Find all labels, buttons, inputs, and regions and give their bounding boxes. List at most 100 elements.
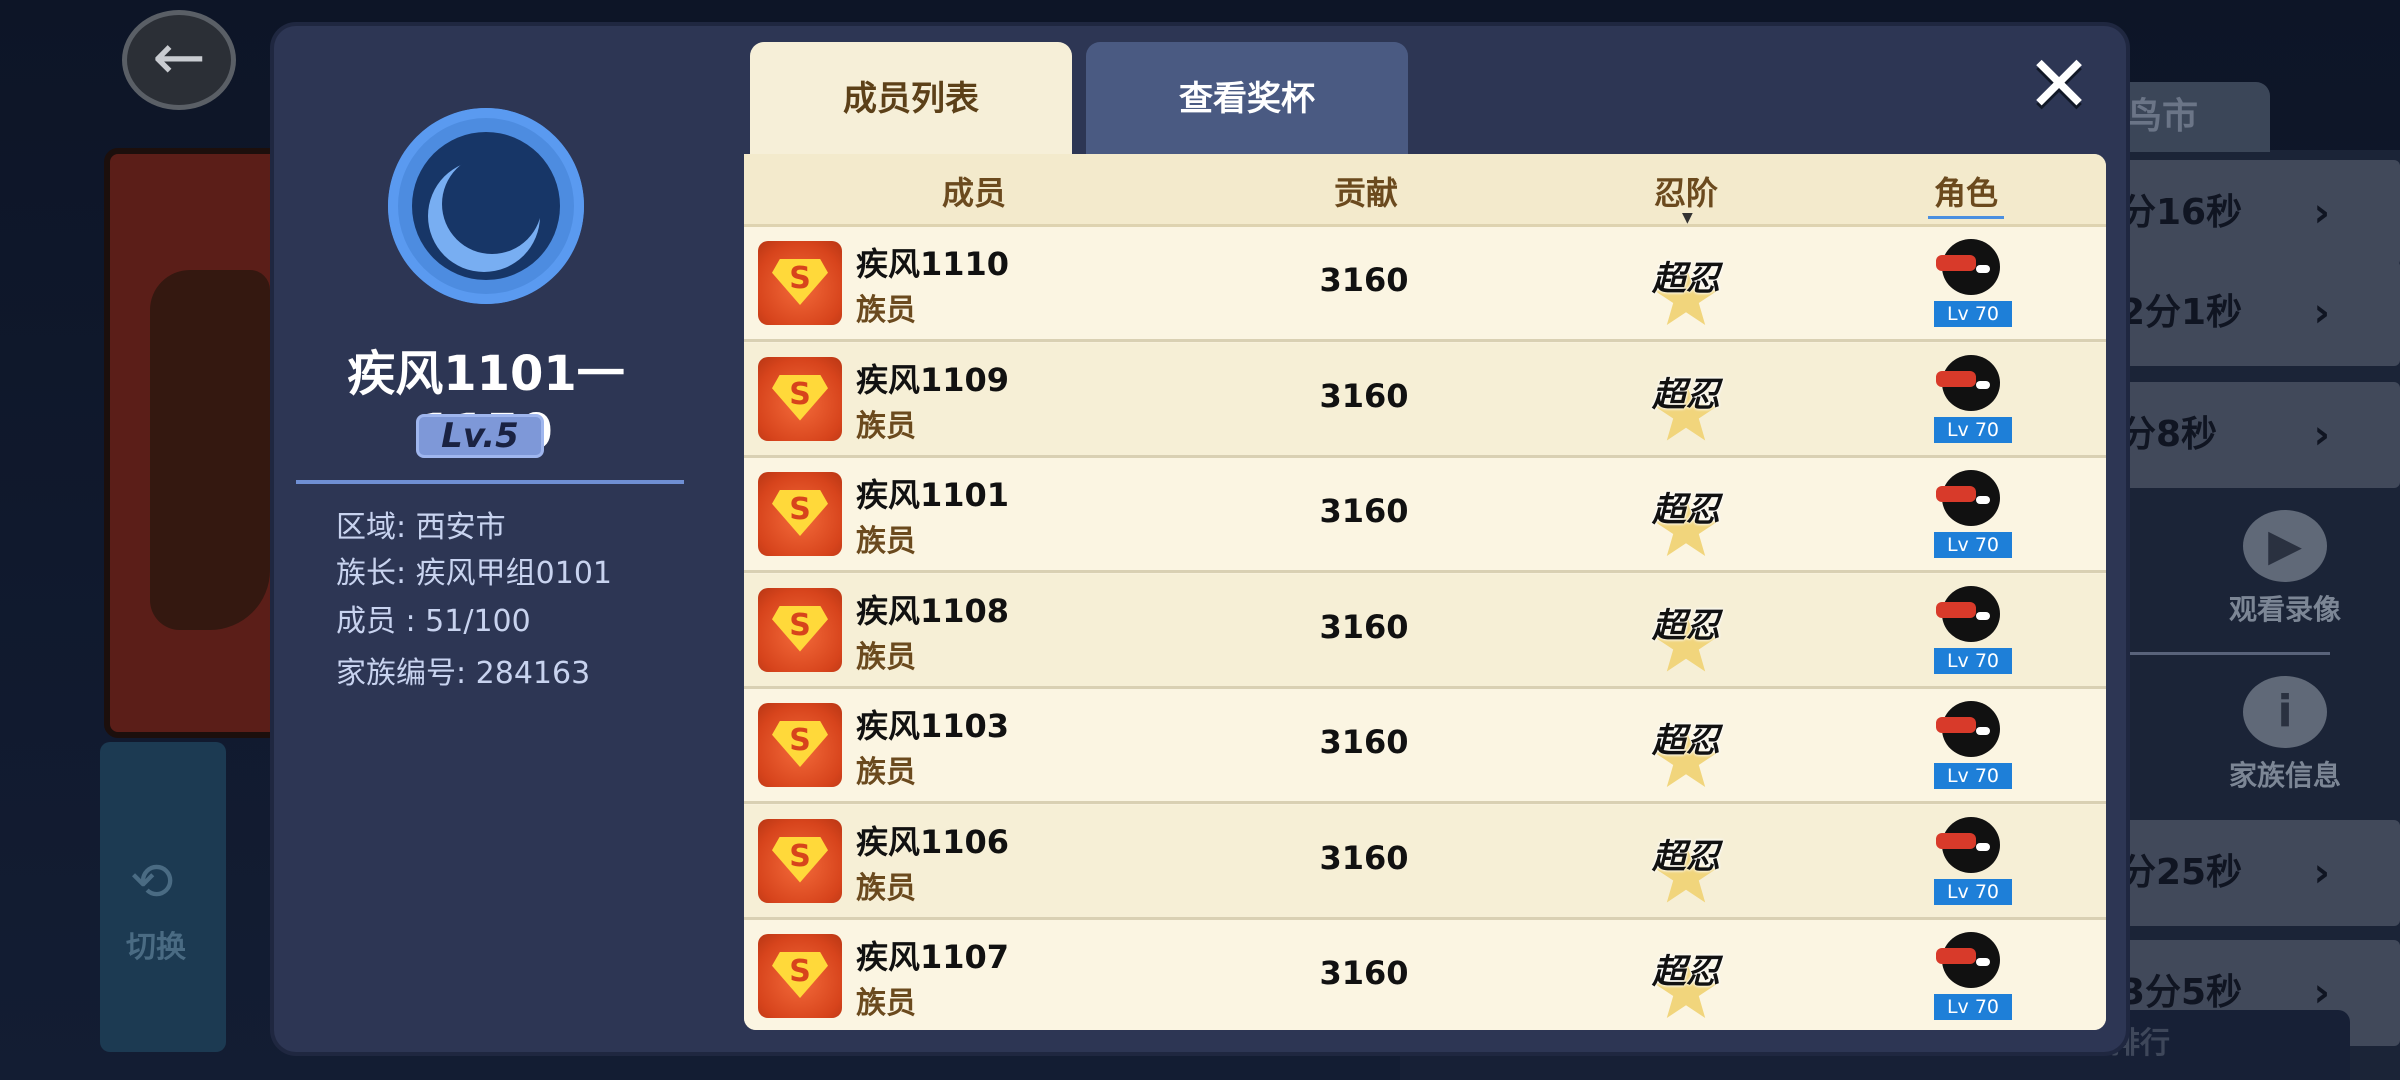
character-level: Lv 70 [1934, 647, 2012, 674]
row-time: 3分5秒 [2120, 972, 2243, 1013]
character-level: Lv 70 [1934, 416, 2012, 443]
member-name: 疾风1107 [856, 938, 1010, 976]
ninja-character-icon [1936, 932, 2004, 988]
rank-badge-icon: 超忍 [1640, 823, 1732, 903]
superman-emblem-icon: S [772, 836, 828, 883]
member-name: 疾风1110 [856, 245, 1010, 283]
member-role: 族员 [856, 408, 916, 444]
rank-label: 超忍 [1652, 952, 1720, 992]
table-row[interactable]: S 疾风1108 族员 3160 超忍 Lv 70 [744, 573, 2106, 689]
superman-emblem-icon: S [772, 490, 828, 536]
ninja-character-icon [1936, 354, 2004, 411]
family-id: 家族编号: 284163 [336, 656, 591, 691]
member-role: 族员 [856, 524, 916, 559]
tab-member-list[interactable]: 成员列表 [750, 42, 1072, 154]
sort-arrow-icon: ▼ [1682, 210, 1693, 226]
family-info-label: 家族信息 [2228, 759, 2341, 792]
back-arrow-icon[interactable]: ← [122, 10, 236, 110]
member-name: 疾风1103 [856, 707, 1010, 745]
divider [296, 480, 684, 484]
family-emblem-icon [388, 108, 584, 304]
close-icon[interactable]: ✕ [2020, 46, 2098, 126]
family-region: 区域: 西安市 [336, 510, 506, 545]
member-contribution: 3160 [1319, 723, 1409, 761]
member-role: 族员 [856, 986, 916, 1021]
member-contribution: 3160 [1319, 492, 1409, 530]
header-underline [1928, 216, 2004, 219]
chevron-right-icon: › [2313, 290, 2330, 336]
ninja-character-icon [1936, 470, 2004, 526]
chevron-right-icon: › [2313, 190, 2330, 236]
background-list-row[interactable]: 2分1秒 › [2096, 260, 2400, 366]
character-level: Lv 70 [1934, 994, 2012, 1020]
member-name: 疾风1109 [856, 360, 1010, 399]
family-level-badge: Lv.5 [416, 414, 544, 458]
info-icon: i [2243, 676, 2327, 748]
superman-emblem-icon: S [772, 605, 828, 652]
background-list-row[interactable]: 分16秒 › [2096, 160, 2400, 266]
header-character[interactable]: 角色 [1896, 168, 2036, 214]
table-row[interactable]: S 疾风1103 族员 3160 超忍 Lv 70 [744, 689, 2106, 804]
table-row[interactable]: S 疾风1106 族员 3160 超忍 Lv 70 [744, 804, 2106, 920]
header-rank[interactable]: 忍阶 [1616, 168, 1756, 214]
rank-label: 超忍 [1652, 490, 1720, 530]
watch-replay-button[interactable]: ▶ 观看录像 [2160, 510, 2400, 628]
character-level: Lv 70 [1934, 763, 2012, 789]
member-name: 疾风1108 [856, 591, 1010, 630]
table-header: 成员 贡献 忍阶 ▼ 角色 [744, 154, 2106, 227]
member-avatar: S [758, 356, 842, 441]
member-role: 族员 [856, 293, 916, 328]
rank-badge-icon: 超忍 [1640, 707, 1732, 787]
tab-view-trophies[interactable]: 查看奖杯 [1086, 42, 1408, 154]
row-time: 分25秒 [2120, 852, 2243, 893]
ninja-character-icon [1936, 239, 2004, 295]
superman-emblem-icon: S [772, 721, 828, 767]
member-role: 族员 [856, 755, 916, 790]
header-member[interactable]: 成员 [904, 168, 1044, 214]
rank-label: 超忍 [1652, 259, 1720, 299]
family-leader: 族长: 疾风甲组0101 [336, 556, 612, 591]
member-table: 成员 贡献 忍阶 ▼ 角色 S 疾风1110 族员 3160 超忍 Lv 70 … [744, 154, 2106, 1030]
family-info-button[interactable]: i 家族信息 [2160, 676, 2400, 794]
switch-button[interactable]: ⟲ 切换 [100, 742, 226, 1052]
chevron-right-icon: › [2313, 850, 2330, 896]
member-avatar: S [758, 703, 842, 787]
member-role: 族员 [856, 639, 916, 675]
row-time: 分16秒 [2120, 192, 2243, 233]
superman-emblem-icon: S [772, 374, 828, 421]
row-time: 2分1秒 [2120, 292, 2243, 333]
member-contribution: 3160 [1319, 261, 1409, 299]
character-level: Lv 70 [1934, 532, 2012, 558]
switch-label: 切换 [126, 930, 186, 965]
member-role: 族员 [856, 870, 916, 906]
member-name: 疾风1106 [856, 822, 1010, 861]
member-contribution: 3160 [1319, 607, 1409, 646]
ninja-character-icon [1936, 816, 2004, 873]
table-row[interactable]: S 疾风1110 族员 3160 超忍 Lv 70 [744, 227, 2106, 342]
rank-badge-icon: 超忍 [1640, 592, 1732, 672]
rank-label: 超忍 [1652, 721, 1720, 761]
member-avatar: S [758, 818, 842, 903]
ninja-character-icon [1936, 585, 2004, 642]
table-row[interactable]: S 疾风1101 族员 3160 超忍 Lv 70 [744, 458, 2106, 573]
rank-badge-icon: 超忍 [1640, 938, 1732, 1018]
row-time: 分8秒 [2120, 414, 2218, 455]
member-contribution: 3160 [1319, 376, 1409, 415]
member-contribution: 3160 [1319, 954, 1409, 992]
member-name: 疾风1101 [856, 476, 1010, 514]
background-list-row[interactable]: 分8秒 › [2096, 382, 2400, 488]
background-list-row[interactable]: 分25秒 › [2096, 820, 2400, 926]
watch-replay-label: 观看录像 [2228, 593, 2341, 626]
superman-emblem-icon: S [772, 259, 828, 305]
table-row[interactable]: S 疾风1107 族员 3160 超忍 Lv 70 [744, 920, 2106, 1030]
rank-badge-icon: 超忍 [1640, 476, 1732, 556]
member-avatar: S [758, 472, 842, 556]
family-member-count: 成员 : 51/100 [336, 604, 531, 639]
rank-label: 超忍 [1652, 605, 1720, 646]
ninja-character-icon [1936, 701, 2004, 757]
table-row[interactable]: S 疾风1109 族员 3160 超忍 Lv 70 [744, 342, 2106, 458]
play-icon: ▶ [2243, 510, 2327, 582]
rank-label: 超忍 [1652, 374, 1720, 415]
member-avatar: S [758, 934, 842, 1018]
header-contribution[interactable]: 贡献 [1296, 168, 1436, 214]
